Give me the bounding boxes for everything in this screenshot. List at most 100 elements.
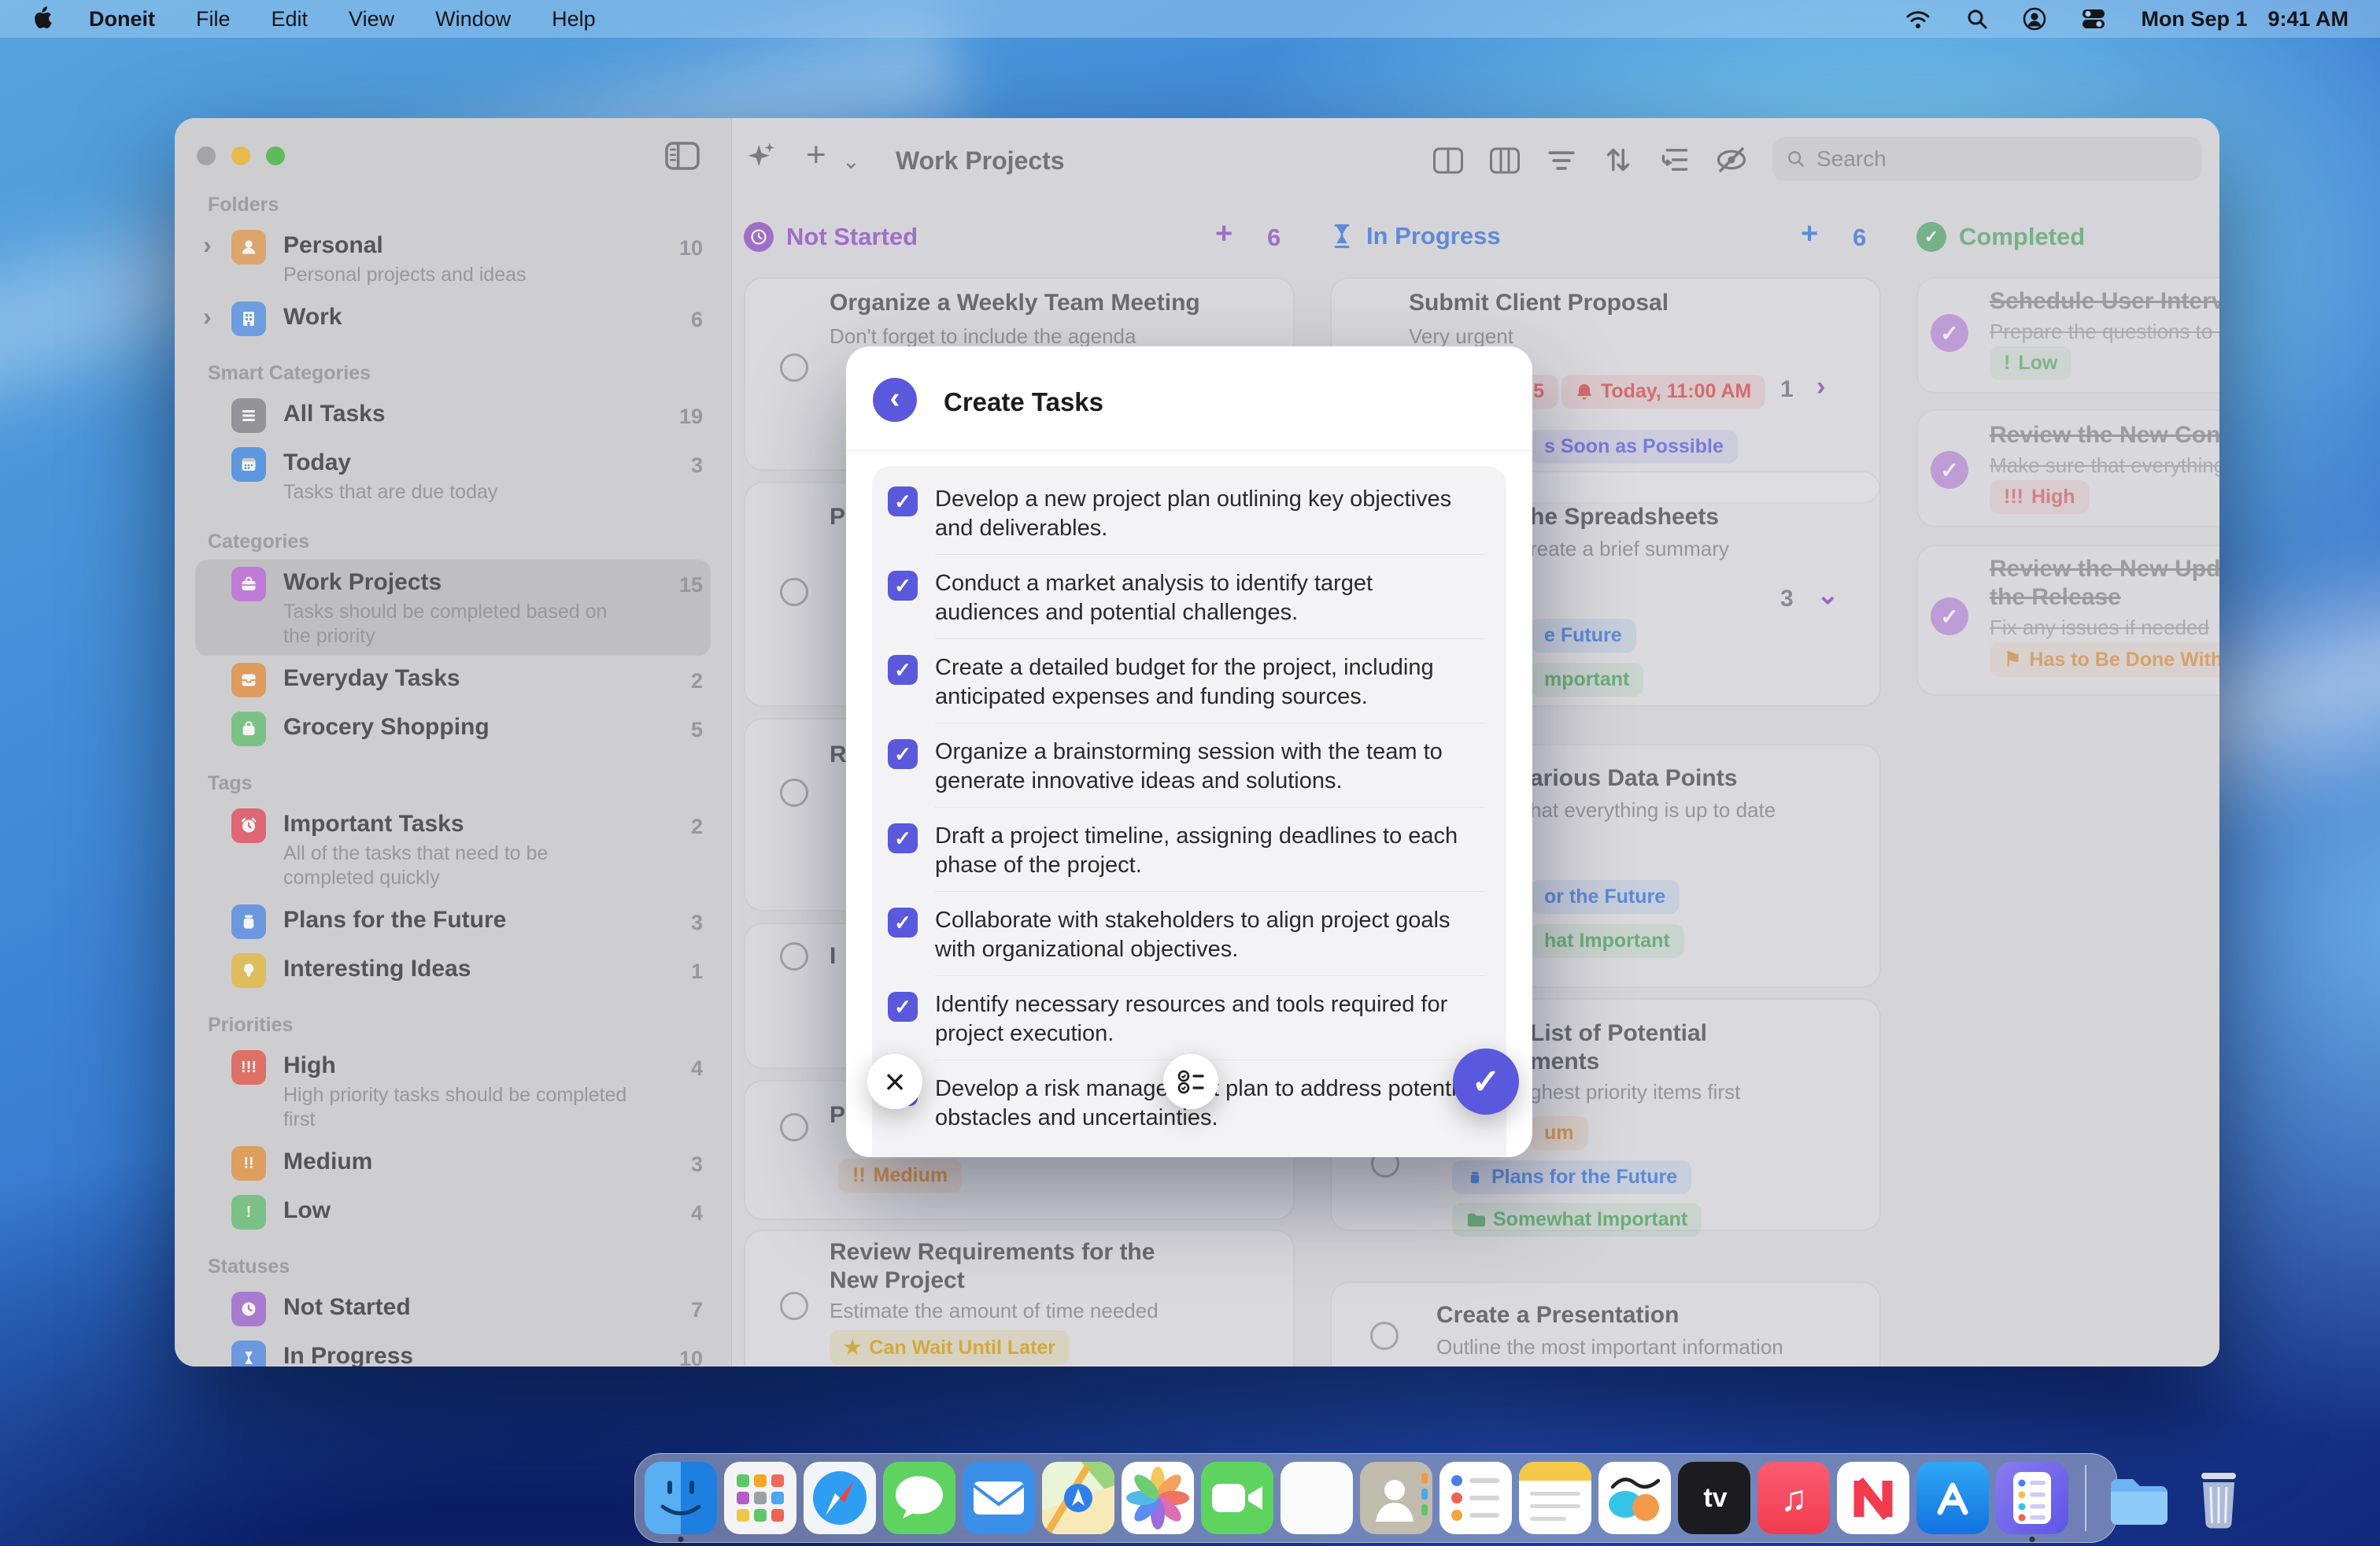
check-circle-icon: ✓ bbox=[1916, 222, 1946, 252]
user-account-icon[interactable] bbox=[2023, 7, 2046, 31]
wifi-icon[interactable] bbox=[1905, 8, 1931, 30]
add-card-button[interactable]: + bbox=[1215, 217, 1232, 251]
two-column-layout-icon[interactable] bbox=[1432, 146, 1464, 179]
menu-item-help[interactable]: Help bbox=[552, 7, 596, 31]
dock-icon-mail[interactable] bbox=[963, 1462, 1035, 1534]
task-checklist-item[interactable]: ✓Draft a project timeline, assigning dea… bbox=[872, 808, 1506, 891]
dock-icon-launchpad[interactable] bbox=[724, 1462, 796, 1534]
menu-time[interactable]: 9:41 AM bbox=[2267, 7, 2349, 31]
three-column-layout-icon[interactable] bbox=[1489, 146, 1521, 179]
reminder-badge: Today, 11:00 AM bbox=[1561, 375, 1765, 409]
spotlight-search-icon[interactable] bbox=[1966, 8, 1988, 30]
check-icon: ✓ bbox=[1472, 1062, 1501, 1102]
complete-task-radio[interactable] bbox=[780, 1113, 808, 1141]
dock-icon-reminders[interactable] bbox=[1439, 1462, 1512, 1534]
menu-item-window[interactable]: Window bbox=[435, 7, 511, 31]
card-title-fragment: arious Data Points bbox=[1530, 765, 1737, 792]
subtask-count: 3 bbox=[1780, 586, 1794, 612]
ai-sparkle-icon[interactable] bbox=[743, 139, 779, 179]
dock-icon-finder[interactable] bbox=[645, 1462, 717, 1534]
search-input[interactable] bbox=[1815, 146, 2188, 172]
control-center-icon[interactable] bbox=[2081, 8, 2106, 30]
card-title: Review the New Update Before bbox=[1990, 556, 2219, 583]
chevron-right-icon[interactable]: › bbox=[1816, 372, 1825, 402]
dock-icon-news[interactable] bbox=[1837, 1462, 1909, 1534]
checkbox-checked-icon[interactable]: ✓ bbox=[888, 571, 918, 601]
checklist-icon bbox=[1175, 1066, 1207, 1097]
sort-icon[interactable] bbox=[1602, 145, 1634, 179]
dock-icon-doneit[interactable] bbox=[1996, 1462, 2068, 1534]
search-field[interactable] bbox=[1772, 137, 2202, 181]
dock-icon-notes[interactable] bbox=[1519, 1462, 1591, 1534]
checkbox-checked-icon[interactable]: ✓ bbox=[888, 655, 918, 685]
flag-badge-fragment: s Soon as Possible bbox=[1530, 430, 1738, 464]
add-task-button[interactable]: + bbox=[806, 135, 826, 175]
task-checklist-item[interactable]: ✓Organize a brainstorming session with t… bbox=[872, 723, 1506, 807]
app-running-dot bbox=[2030, 1537, 2035, 1542]
create-tasks-modal: ‹ Create Tasks ✓Develop a new project pl… bbox=[846, 346, 1532, 1157]
menu-date[interactable]: Mon Sep 1 bbox=[2141, 7, 2247, 31]
chevron-down-icon[interactable]: ⌄ bbox=[1816, 579, 1839, 611]
complete-task-radio[interactable] bbox=[780, 353, 808, 382]
menu-app-name[interactable]: Doneit bbox=[89, 7, 155, 31]
confirm-button[interactable]: ✓ bbox=[1453, 1049, 1519, 1115]
card-title-fragment: I bbox=[830, 943, 836, 970]
card-subtitle-fragment: reate a brief summary bbox=[1530, 537, 1729, 561]
chevron-down-icon[interactable]: ⌄ bbox=[842, 150, 860, 174]
hide-completed-eye-icon[interactable] bbox=[1714, 145, 1749, 179]
edit-list-button[interactable] bbox=[1163, 1054, 1218, 1109]
tag-badge: Plans for the Future bbox=[1452, 1160, 1691, 1194]
column-count: 6 bbox=[1267, 224, 1281, 252]
complete-task-radio[interactable] bbox=[780, 779, 808, 807]
dock-icon-maps[interactable] bbox=[1042, 1462, 1114, 1534]
flag-badge: ⚑Has to Be Done Within bbox=[1990, 642, 2219, 677]
dock-icon-messages[interactable] bbox=[883, 1462, 955, 1534]
menu-item-file[interactable]: File bbox=[196, 7, 231, 31]
dock-icon-facetime[interactable] bbox=[1201, 1462, 1273, 1534]
dock-icon-safari[interactable] bbox=[804, 1462, 876, 1534]
checkbox-checked-icon[interactable]: ✓ bbox=[888, 823, 918, 853]
card-title-fragment: List of Potential bbox=[1530, 1020, 1707, 1047]
card-title: Schedule User Interviews bbox=[1990, 288, 2219, 315]
checkbox-checked-icon[interactable]: ✓ bbox=[888, 739, 918, 769]
back-button[interactable]: ‹ bbox=[873, 378, 917, 422]
tv-label: tv bbox=[1703, 1483, 1727, 1514]
dock-icon-downloads-folder[interactable] bbox=[2103, 1462, 2175, 1534]
column-header-in-progress: In Progress bbox=[1330, 222, 1501, 250]
apple-menu-icon[interactable] bbox=[31, 6, 53, 31]
task-checklist-item[interactable]: ✓Collaborate with stakeholders to align … bbox=[872, 892, 1506, 975]
dock-icon-app-store[interactable] bbox=[1916, 1462, 1989, 1534]
menu-item-edit[interactable]: Edit bbox=[272, 7, 309, 31]
folder-icon bbox=[1466, 1211, 1485, 1229]
completed-check-icon[interactable]: ✓ bbox=[1931, 451, 1968, 489]
task-checklist-item[interactable]: ✓Create a detailed budget for the projec… bbox=[872, 639, 1506, 723]
dock-icon-music[interactable]: ♫ bbox=[1757, 1462, 1830, 1534]
completed-check-icon[interactable]: ✓ bbox=[1931, 597, 1968, 635]
menu-item-view[interactable]: View bbox=[349, 7, 394, 31]
checkbox-checked-icon[interactable]: ✓ bbox=[888, 992, 918, 1022]
dock-icon-contacts[interactable] bbox=[1360, 1462, 1432, 1534]
dock-icon-photos[interactable] bbox=[1122, 1462, 1194, 1534]
checkbox-checked-icon[interactable]: ✓ bbox=[888, 486, 918, 516]
dock-icon-calendar[interactable]: Tue1 bbox=[1281, 1462, 1353, 1534]
column-header-completed: ✓ Completed bbox=[1916, 222, 2085, 252]
toggle-sidebar-icon[interactable] bbox=[664, 140, 700, 176]
dock-icon-apple-tv[interactable]: tv bbox=[1678, 1462, 1750, 1534]
task-checklist-item[interactable]: ✓Develop a new project plan outlining ke… bbox=[872, 471, 1506, 554]
add-card-button[interactable]: + bbox=[1801, 217, 1818, 251]
complete-task-radio[interactable] bbox=[780, 578, 808, 606]
dock-icon-freeform[interactable] bbox=[1598, 1462, 1671, 1534]
card-title-fragment: ments bbox=[1530, 1049, 1599, 1075]
cancel-button[interactable]: × bbox=[867, 1054, 922, 1109]
filter-icon[interactable] bbox=[1546, 148, 1577, 177]
card-subtitle-fragment: hat everything is up to date bbox=[1530, 798, 1776, 823]
task-checklist-item[interactable]: ✓Identify necessary resources and tools … bbox=[872, 976, 1506, 1060]
completed-check-icon[interactable]: ✓ bbox=[1931, 314, 1968, 352]
dock-icon-trash[interactable] bbox=[2182, 1462, 2255, 1534]
complete-task-radio[interactable] bbox=[1370, 1322, 1399, 1350]
complete-task-radio[interactable] bbox=[780, 1292, 808, 1320]
complete-task-radio[interactable] bbox=[780, 942, 808, 971]
task-checklist-item[interactable]: ✓Conduct a market analysis to identify t… bbox=[872, 555, 1506, 638]
checkbox-checked-icon[interactable]: ✓ bbox=[888, 908, 918, 938]
group-by-icon[interactable] bbox=[1659, 146, 1691, 177]
